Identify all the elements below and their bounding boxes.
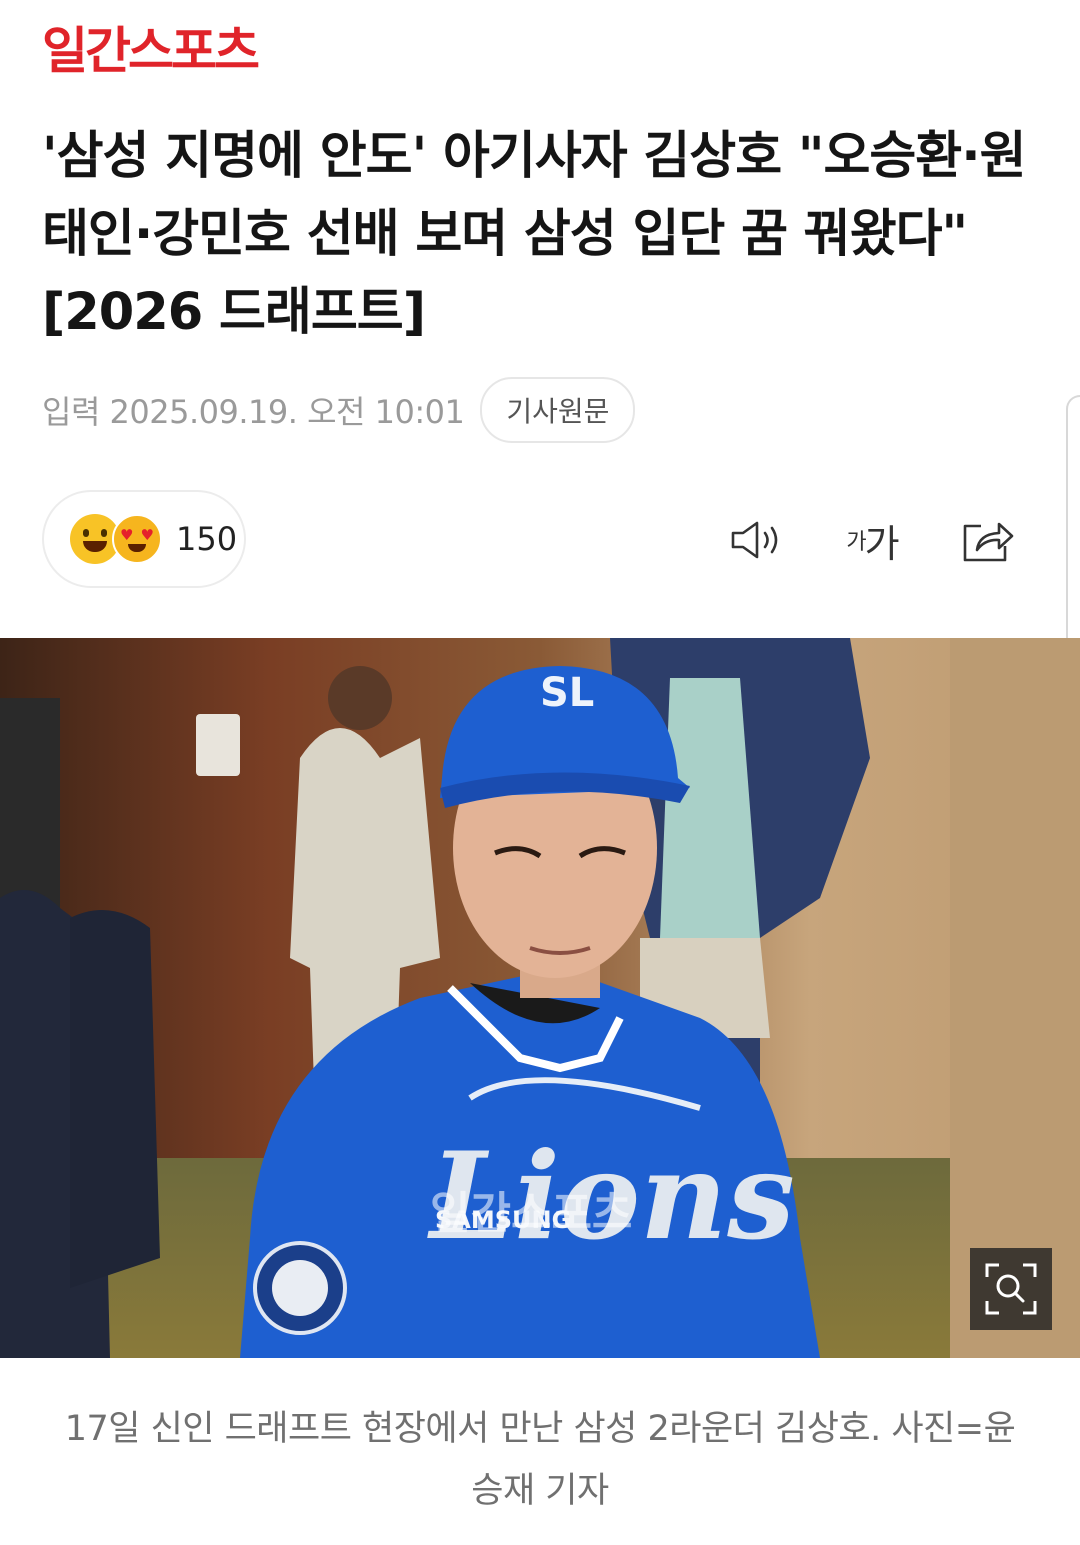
reaction-count: 150: [176, 520, 238, 558]
heart-eyes-emoji-icon: ♥ ♥: [112, 514, 162, 564]
article-meta: 입력 2025.09.19. 오전 10:01 기사원문: [42, 377, 636, 443]
share-button[interactable]: [958, 512, 1016, 568]
reaction-button[interactable]: ♥ ♥ 150: [42, 490, 246, 588]
article-photo[interactable]: SL Lions SAMSUNG 일간스포츠: [0, 638, 1080, 1358]
font-size-small-label: 가: [846, 530, 867, 555]
cap-logo-text: SL: [540, 670, 594, 716]
font-size-big-label: 가: [864, 521, 900, 566]
original-article-button[interactable]: 기사원문: [480, 377, 636, 443]
photo-watermark: 일간스포츠: [430, 1188, 632, 1239]
font-size-button[interactable]: 가 가: [838, 512, 908, 568]
share-icon: [963, 522, 1014, 562]
photo-zoom-button[interactable]: [970, 1248, 1052, 1330]
site-logo[interactable]: 일간스포츠: [42, 22, 260, 80]
article-photo-image: SL Lions SAMSUNG 일간스포츠: [0, 638, 1080, 1358]
speaker-icon: [731, 521, 778, 559]
article-headline: '삼성 지명에 안도' 아기사자 김상호 "오승환·원태인·강민호 선배 보며 …: [42, 127, 1027, 342]
published-date: 입력 2025.09.19. 오전 10:01: [42, 393, 465, 431]
photo-caption: 17일 신인 드래프트 현장에서 만난 삼성 2라운더 김상호. 사진=윤승재 …: [64, 1409, 1016, 1511]
zoom-icon: [985, 1263, 1037, 1315]
text-to-speech-button[interactable]: [728, 512, 786, 568]
